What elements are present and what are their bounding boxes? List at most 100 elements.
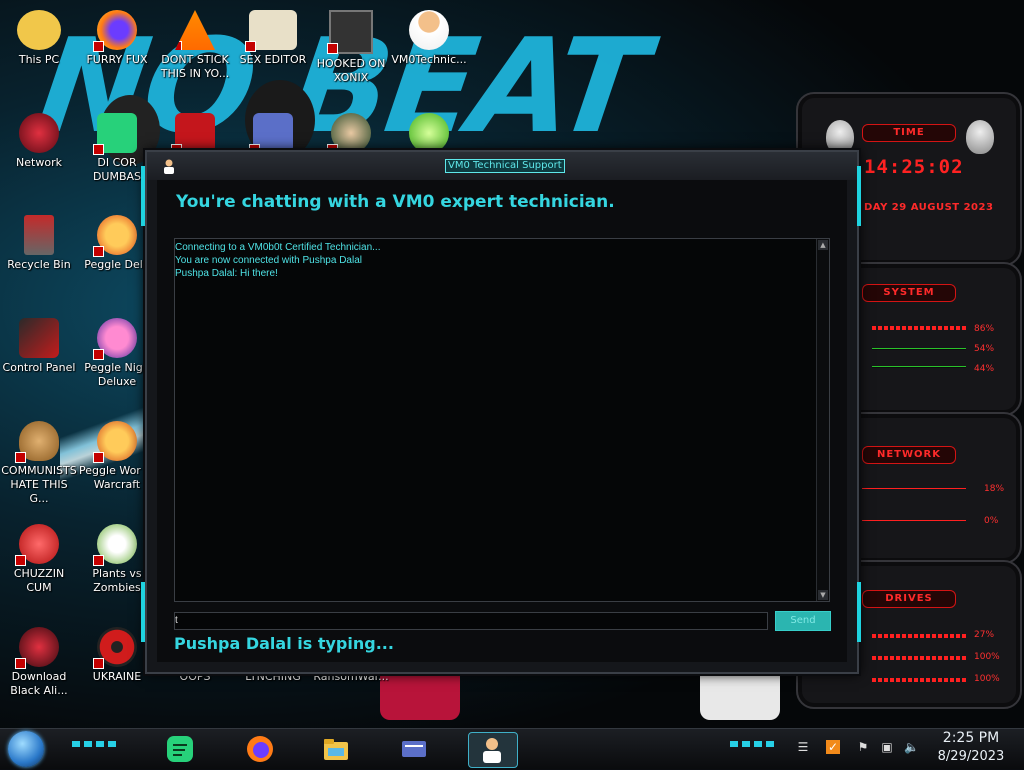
gadget-value: 100% [974, 674, 1000, 684]
dev-cpp-icon [171, 113, 215, 155]
volume-icon[interactable]: 🔈 [904, 740, 919, 754]
chat-line: You are now connected with Pushpa Dalal [175, 255, 362, 266]
tray-expand-icon[interactable]: ☰ [796, 740, 810, 754]
taskbar-firefox[interactable] [236, 732, 284, 766]
taskbar-clock-time[interactable]: 2:25 PM [936, 730, 1006, 746]
desktop-icon-label: DONT STICK THIS IN YO... [160, 53, 230, 80]
action-center-flag-icon[interactable]: ⚑ [856, 740, 870, 754]
desktop-icon-control-panel[interactable]: Control Panel [0, 318, 78, 375]
desktop-icon-label: Recycle Bin [7, 258, 71, 271]
network-graph [862, 488, 966, 489]
chat-log[interactable]: Connecting to a VM0b0t Certified Technic… [174, 238, 830, 602]
gadget-value: 44% [974, 364, 995, 374]
frame-accent [141, 166, 145, 226]
window-title: VM0 Technical Support [445, 159, 565, 173]
memory-bar [872, 348, 966, 350]
xonix-icon [327, 10, 373, 54]
desktop-icon-recycle-bin[interactable]: Recycle Bin [0, 215, 78, 272]
technician-icon [483, 738, 501, 763]
desktop-icon-hooked-on-xonix[interactable]: HOOKED ON XONIX [312, 10, 390, 85]
alien-red-icon [15, 627, 59, 669]
send-button[interactable]: Send [775, 611, 831, 631]
taskbar: ☰ ✓ ⚑ ▣ 🔈 2:25 PM 8/29/2023 [0, 728, 1024, 769]
gadget-value: 0% [984, 516, 999, 526]
network-graph [862, 520, 966, 521]
green-app-icon [167, 736, 193, 762]
taskbar-file-explorer[interactable] [312, 732, 360, 766]
desktop-icon-label: CHUZZIN CUM [13, 567, 65, 594]
pagefile-bar [872, 366, 966, 368]
frame-accent [141, 582, 145, 642]
gadget-value: 86% [974, 324, 995, 334]
desktop-icon-dont-stick[interactable]: DONT STICK THIS IN YO... [156, 10, 234, 81]
cpu-bar [872, 326, 966, 330]
tray-app-icon[interactable]: ✓ [826, 740, 840, 754]
chat-log-lines: Connecting to a VM0b0t Certified Technic… [175, 241, 381, 280]
taskbar-card-app[interactable] [390, 732, 438, 766]
firefox-icon [247, 736, 273, 762]
taskbar-technician-app[interactable] [468, 732, 518, 768]
card-icon [402, 741, 426, 757]
taskbar-accent [72, 741, 116, 747]
desktop-icon-network[interactable]: Network [0, 113, 78, 170]
lime-icon [409, 113, 449, 153]
scroll-down-icon[interactable]: ▼ [818, 590, 828, 600]
vlc-cone-icon [175, 10, 215, 50]
peggle-icon [93, 215, 137, 257]
drive-bar [872, 634, 966, 638]
drive-bar [872, 678, 966, 682]
chuzzle-icon [15, 524, 59, 566]
desktop-icon-download-black-ali[interactable]: Download Black Ali... [0, 627, 78, 698]
chat-window[interactable]: VM0 Technical Support You're chatting wi… [141, 150, 861, 674]
gadget-value: 27% [974, 630, 995, 640]
technician-icon [164, 159, 174, 174]
network-alien-icon [19, 113, 59, 153]
gadget-title: TIME [862, 124, 956, 142]
gadget-date: DAY 29 AUGUST 2023 [864, 202, 994, 213]
desktop-icon-furry-fux[interactable]: FURRY FUX [78, 10, 156, 67]
pvz-flower-icon [93, 524, 137, 566]
scroll-up-icon[interactable]: ▲ [818, 240, 828, 250]
desktop-icon-communists[interactable]: COMMUNISTS HATE THIS G... [0, 421, 78, 506]
desktop-icon-label: Download Black Ali... [10, 670, 68, 697]
chat-line: Connecting to a VM0b0t Certified Technic… [175, 242, 381, 253]
start-button[interactable] [8, 731, 44, 767]
desktop-icon-label: VM0Technic... [391, 53, 467, 66]
gadget-title: SYSTEM [862, 284, 956, 302]
taskbar-clock-date[interactable]: 8/29/2023 [934, 749, 1008, 764]
message-input[interactable]: t [174, 612, 768, 630]
chat-line: Pushpa Dalal: Hi there! [175, 268, 278, 279]
taskbar-accent [730, 741, 774, 747]
window-body: You're chatting with a VM0 expert techni… [157, 180, 847, 662]
recycle-bin-icon [24, 215, 54, 255]
alien-head-icon [826, 120, 854, 154]
hxd-icon [245, 10, 297, 52]
window-titlebar[interactable]: VM0 Technical Support [147, 152, 857, 180]
desktop-icon-this-pc[interactable]: This PC [0, 10, 78, 67]
desktop-icon-label: Network [16, 156, 62, 169]
santa-icon [327, 113, 371, 155]
chat-scrollbar[interactable]: ▲ ▼ [816, 239, 829, 601]
technician-icon [409, 10, 449, 50]
card-icon [249, 113, 293, 155]
alien-head-icon [966, 120, 994, 154]
taskbar-spotify[interactable] [156, 732, 204, 766]
frame-accent [857, 166, 861, 226]
money-bag-icon [15, 421, 59, 463]
peggle-warcraft-icon [93, 421, 137, 463]
gadget-value: 100% [974, 652, 1000, 662]
frame-accent [857, 582, 861, 642]
firefox-icon [93, 10, 137, 52]
desktop-icon-chuzzin[interactable]: CHUZZIN CUM [0, 524, 78, 595]
desktop-icon-label: COMMUNISTS HATE THIS G... [1, 464, 77, 505]
desktop-icon-sex-editor[interactable]: SEX EDITOR [234, 10, 312, 67]
this-pc-icon [17, 10, 61, 50]
desktop-icon-vm0technic[interactable]: VM0Technic... [390, 10, 468, 67]
spotify-green-icon [93, 113, 137, 155]
gadget-value: 54% [974, 344, 995, 354]
folder-icon [324, 739, 348, 760]
network-icon[interactable]: ▣ [880, 740, 894, 754]
desktop-icon-label: Control Panel [2, 361, 76, 374]
desktop-icon-label: SEX EDITOR [239, 53, 307, 66]
desktop-icon-label: HOOKED ON XONIX [316, 57, 386, 84]
